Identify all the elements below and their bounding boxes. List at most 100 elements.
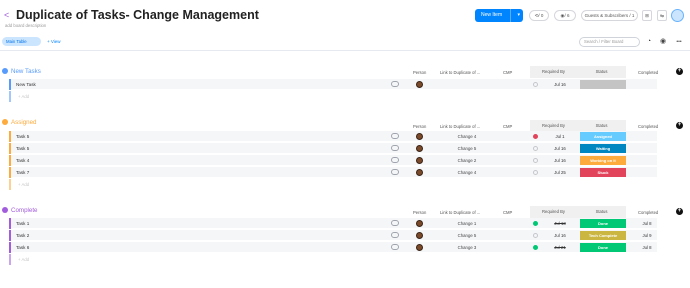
column-header-completed[interactable]: Completed (638, 68, 658, 77)
status-label[interactable]: Waiting (580, 144, 626, 153)
required-date[interactable]: Jul 21 (546, 242, 574, 253)
table-row[interactable]: Task 5 Change 4 Jul 1 Assigned (9, 131, 657, 142)
item-name[interactable]: Task 4 (16, 155, 29, 166)
add-item-row[interactable]: + Add (9, 254, 657, 265)
status-label[interactable]: Stuck (580, 168, 626, 177)
item-name[interactable]: Task 2 (16, 230, 29, 241)
column-header-link[interactable]: Link to Duplicate of ... (440, 208, 480, 217)
person-avatar[interactable] (416, 169, 423, 176)
person-avatar[interactable] (416, 220, 423, 227)
add-item-label[interactable]: + Add (18, 91, 29, 102)
linked-item[interactable]: Change 1 (437, 218, 497, 229)
comment-icon[interactable] (391, 169, 399, 175)
chevron-down-icon[interactable] (2, 207, 8, 213)
required-date[interactable]: Jul 1 (546, 131, 574, 142)
table-row[interactable]: Task 7 Change 4 Jul 25 Stuck (9, 167, 657, 178)
group-header-new-tasks[interactable]: New Tasks (2, 68, 41, 76)
comment-icon[interactable] (391, 145, 399, 151)
column-header-link[interactable]: Link to Duplicate of ... (440, 68, 480, 77)
person-avatar[interactable] (416, 133, 423, 140)
item-name[interactable]: Task 6 (16, 242, 29, 253)
column-header-required[interactable]: Required By (530, 206, 577, 218)
linked-item[interactable]: Change 4 (437, 131, 497, 142)
column-header-cmp[interactable]: CMP (503, 122, 512, 131)
linked-item[interactable]: Change 5 (437, 143, 497, 154)
column-header-cmp[interactable]: CMP (503, 68, 512, 77)
required-date[interactable]: Jul 16 (546, 155, 574, 166)
column-header-cmp[interactable]: CMP (503, 208, 512, 217)
comment-icon[interactable] (391, 81, 399, 87)
table-row[interactable]: Task 6 Change 3 Jul 21 Done Jul 8 (9, 242, 657, 253)
add-column-icon[interactable]: + (676, 208, 683, 215)
search-input[interactable]: Search / Filter Board (579, 37, 640, 47)
new-item-button[interactable]: New Item ▾ (475, 9, 523, 22)
column-header-status[interactable]: Status (577, 206, 626, 218)
linked-item[interactable]: Change 2 (437, 155, 497, 166)
board-description[interactable]: add board description (5, 23, 46, 28)
status-label[interactable]: Assigned (580, 132, 626, 141)
person-avatar[interactable] (416, 81, 423, 88)
add-column-icon[interactable]: + (676, 122, 683, 129)
status-label[interactable]: Done (580, 243, 626, 252)
column-header-status[interactable]: Status (577, 66, 626, 78)
add-item-label[interactable]: + Add (18, 254, 29, 265)
item-name[interactable]: Task 1 (16, 218, 29, 229)
table-row[interactable]: Task 5 Change 5 Jul 16 Waiting (9, 143, 657, 154)
group-title[interactable]: Complete (11, 207, 37, 214)
automations-icon[interactable]: ⇆ (657, 10, 667, 21)
column-header-person[interactable]: Person (413, 208, 426, 217)
column-header-link[interactable]: Link to Duplicate of ... (440, 122, 480, 131)
comment-icon[interactable] (391, 232, 399, 238)
completed-date[interactable]: Jul 9 (637, 230, 657, 241)
activity-button[interactable]: ⟲/ 0 (529, 10, 549, 21)
item-name[interactable]: New Task (16, 79, 36, 90)
status-label[interactable]: Done (580, 219, 626, 228)
required-date[interactable]: Jul 16 (546, 230, 574, 241)
group-title[interactable]: New Tasks (11, 68, 41, 75)
column-header-completed[interactable]: Completed (638, 208, 658, 217)
add-item-row[interactable]: + Add (9, 179, 657, 190)
person-filter-icon[interactable]: ◔ (645, 38, 653, 46)
chevron-down-icon[interactable]: ▾ (517, 9, 520, 22)
add-item-row[interactable]: + Add (9, 91, 657, 102)
eye-icon[interactable]: ◉ (659, 38, 667, 46)
board-title[interactable]: Duplicate of Tasks- Change Management (16, 8, 259, 22)
column-header-person[interactable]: Person (413, 122, 426, 131)
linked-item[interactable]: Change 4 (437, 167, 497, 178)
linked-item[interactable]: Change 3 (437, 242, 497, 253)
views-button[interactable]: ◉/ 6 (554, 10, 576, 21)
status-label[interactable]: Working on it (580, 156, 626, 165)
person-avatar[interactable] (416, 244, 423, 251)
column-header-person[interactable]: Person (413, 68, 426, 77)
item-name[interactable]: Task 5 (16, 131, 29, 142)
table-row[interactable]: Task 2 Change 5 Jul 16 Tech Complete Jul… (9, 230, 657, 241)
table-row[interactable]: New Task Jul 16 (9, 79, 657, 90)
completed-date[interactable]: Jul 8 (637, 242, 657, 253)
group-header-assigned[interactable]: Assigned (2, 119, 36, 127)
person-avatar[interactable] (416, 232, 423, 239)
item-name[interactable]: Task 7 (16, 167, 29, 178)
person-avatar[interactable] (416, 145, 423, 152)
chevron-down-icon[interactable] (2, 119, 8, 125)
required-date[interactable]: Jul 13 (546, 218, 574, 229)
comment-icon[interactable] (391, 244, 399, 250)
user-avatar[interactable] (671, 9, 684, 22)
linked-item[interactable]: Change 5 (437, 230, 497, 241)
status-label[interactable]: Tech Complete (580, 231, 626, 240)
required-date[interactable]: Jul 16 (546, 143, 574, 154)
person-avatar[interactable] (416, 157, 423, 164)
column-header-completed[interactable]: Completed (638, 122, 658, 131)
add-item-label[interactable]: + Add (18, 179, 29, 190)
column-header-required[interactable]: Required By (530, 66, 577, 78)
tab-main-table[interactable]: Main Table (2, 37, 41, 46)
status-label[interactable] (580, 80, 626, 89)
required-date[interactable]: Jul 16 (546, 79, 574, 90)
item-name[interactable]: Task 5 (16, 143, 29, 154)
table-row[interactable]: Task 1 Change 1 Jul 13 Done Jul 8 (9, 218, 657, 229)
group-title[interactable]: Assigned (11, 119, 36, 126)
add-view-button[interactable]: + View (47, 37, 61, 46)
chevron-down-icon[interactable] (2, 68, 8, 74)
group-header-complete[interactable]: Complete (2, 207, 37, 215)
more-icon[interactable]: ••• (673, 38, 685, 46)
table-row[interactable]: Task 4 Change 2 Jul 16 Working on it (9, 155, 657, 166)
